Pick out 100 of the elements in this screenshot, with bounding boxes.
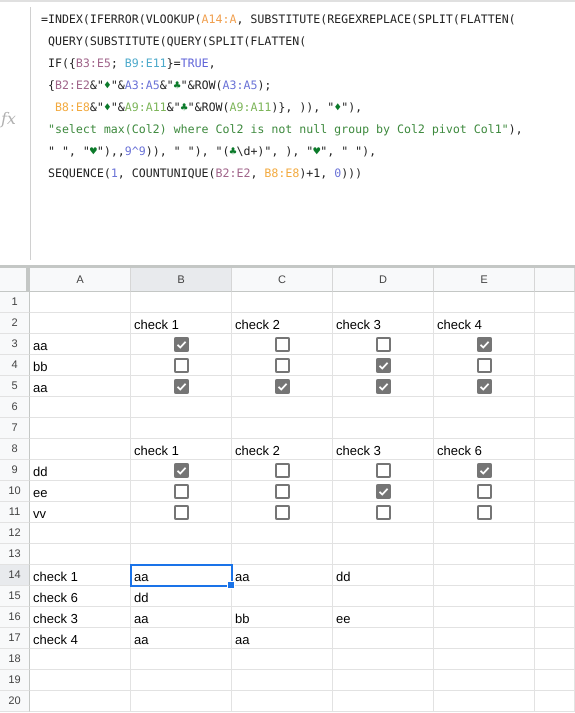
formula-token: B8:E8 [264, 166, 300, 180]
formula-token: ♦ [104, 100, 111, 114]
row-header[interactable]: 5 [0, 376, 30, 397]
formula-token: "& [110, 78, 125, 92]
table-cell: aa [30, 376, 131, 397]
row-header[interactable]: 9 [0, 460, 30, 481]
column-header[interactable]: D [333, 268, 434, 292]
formula-token: )+1, [299, 166, 328, 180]
row-header[interactable]: 13 [0, 544, 30, 565]
row-header[interactable]: 19 [0, 670, 30, 691]
row-header[interactable]: 18 [0, 649, 30, 670]
fx-label: fx [0, 109, 17, 128]
table-cell: aa [232, 565, 333, 586]
table-cell: ee [333, 607, 434, 628]
table-cell: check 3 [333, 439, 434, 460]
formula-token: A14:A [202, 12, 236, 26]
table-cell: vv [30, 502, 131, 523]
table-cell: dd [30, 460, 131, 481]
formula-token: { [46, 78, 55, 92]
table-cell: check 3 [30, 607, 131, 628]
formula-token: ♣ [230, 144, 236, 158]
formula-token: , COUNTUNIQUE( [118, 166, 216, 180]
row-header[interactable]: 15 [0, 586, 30, 607]
table-cell: check 3 [333, 313, 434, 334]
table-cell: check 1 [30, 565, 131, 586]
table-cell: check 4 [30, 628, 131, 649]
formula-token: QUERY(SUBSTITUTE(QUERY(SPLIT(FLATTEN( [46, 34, 306, 48]
row-header[interactable]: 3 [0, 334, 30, 355]
column-header[interactable]: B [131, 268, 232, 292]
formula-token: ), [508, 122, 523, 136]
row-header[interactable]: 6 [0, 397, 30, 418]
table-cell: aa [131, 607, 232, 628]
formula-token: =INDEX(IFERROR(VLOOKUP( [41, 12, 202, 26]
formula-token: &" [166, 100, 181, 114]
formula-token: &" [160, 78, 174, 92]
formula-token: A9:A11 [124, 100, 167, 114]
column-header[interactable]: A [30, 268, 131, 292]
row-header[interactable]: 8 [0, 439, 30, 460]
table-cell: dd [131, 586, 232, 607]
formula-token: "select max(Col2) where Col2 is not null group by Col2 pivot Col1" [46, 122, 509, 136]
formula-token: , [250, 166, 258, 180]
formula-token: B8:E8 [54, 100, 90, 114]
formula-token: B9:E11 [124, 56, 167, 70]
formula-token: ♣ [174, 78, 181, 92]
row-header[interactable]: 16 [0, 607, 30, 628]
formula-token: ))) [341, 166, 362, 180]
formula-token: "),, [96, 144, 125, 158]
row-header[interactable]: 17 [0, 628, 30, 649]
formula-token: B2:E2 [54, 78, 90, 92]
formula-token: IF({ [46, 56, 76, 70]
formula-token: "&ROW( [180, 78, 223, 92]
row-header[interactable]: 4 [0, 355, 30, 376]
formula-token: ); [257, 78, 272, 92]
formula-token: ♣ [180, 100, 188, 114]
table-cell: bb [232, 607, 333, 628]
table-cell: check 6 [30, 586, 131, 607]
table-cell: check 6 [434, 439, 535, 460]
column-header[interactable]: E [434, 268, 535, 292]
formula-token: )}, )), " [271, 100, 334, 114]
formula-token: ♥ [90, 144, 97, 158]
table-cell: check 1 [131, 313, 232, 334]
row-header[interactable]: 14 [0, 565, 30, 586]
formula-token: }= [166, 56, 181, 70]
formula-token: , [208, 56, 216, 70]
formula-token: ", " "), [320, 144, 376, 158]
row-header[interactable]: 7 [0, 418, 30, 439]
formula-token: A3:A5 [124, 78, 160, 92]
formula-token: SEQUENCE( [46, 166, 111, 180]
formula-token: \d+)", ), " [236, 144, 314, 158]
row-header[interactable]: 10 [0, 481, 30, 502]
formula-token: A9:A11 [230, 100, 272, 114]
row-header[interactable]: 2 [0, 313, 30, 334]
formula-token: , SUBSTITUTE(REGEXREPLACE(SPLIT(FLATTEN( [236, 12, 516, 26]
formula-token: B3:E5 [76, 56, 111, 70]
formula-token: A3:A5 [222, 78, 258, 92]
table-cell: check 4 [434, 313, 535, 334]
row-header[interactable]: 12 [0, 523, 30, 544]
formula-token: "&ROW( [188, 100, 230, 114]
row-header[interactable]: 11 [0, 502, 30, 523]
formula-token: "), [341, 100, 362, 114]
table-cell: check 2 [232, 313, 333, 334]
table-cell: dd [333, 565, 434, 586]
formula-token: )), " "), "( [146, 144, 230, 158]
formula-token: ♥ [313, 144, 320, 158]
formula-token: ♦ [334, 100, 342, 114]
formula-token: ♦ [104, 78, 111, 92]
row-header[interactable]: 20 [0, 691, 30, 712]
table-cell: check 1 [131, 439, 232, 460]
formula-token: B2:E2 [216, 166, 250, 180]
table-cell: bb [30, 355, 131, 376]
table-cell: aa [232, 628, 333, 649]
formula-token: &" [90, 100, 104, 114]
formula-token: 9^9 [124, 144, 146, 158]
formula-token: &" [90, 78, 104, 92]
table-cell: ee [30, 481, 131, 502]
table-cell: check 2 [232, 439, 333, 460]
formula-token: 0 [334, 166, 342, 180]
row-header[interactable]: 1 [0, 292, 30, 313]
column-header[interactable]: C [232, 268, 333, 292]
table-cell: aa [131, 628, 232, 649]
